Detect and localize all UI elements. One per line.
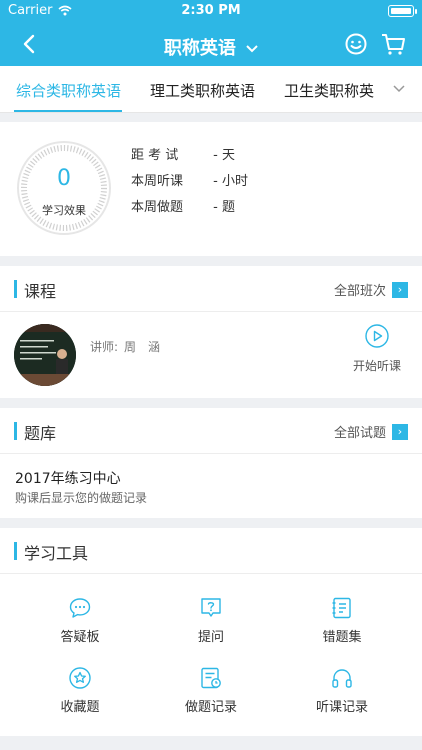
tool-label: 提问 bbox=[197, 630, 224, 645]
tab-science-engineering[interactable]: 理工类职称英语 bbox=[150, 80, 255, 101]
teacher-info: 讲师: 周 涵 bbox=[90, 338, 160, 355]
question-icon bbox=[201, 598, 221, 617]
nav-bar: 职称英语 bbox=[0, 22, 422, 66]
record-icon bbox=[201, 667, 221, 689]
course-section-header: 课程 全部班次 › bbox=[0, 266, 422, 312]
course-section: 课程 全部班次 › 讲师: 周 涵 开始听课 bbox=[0, 266, 422, 398]
stat-label: 本周做题 bbox=[131, 200, 184, 215]
app-header: Carrier 2:30 PM 职称英语 bbox=[0, 0, 422, 66]
all-questions-link[interactable]: 全部试题 › bbox=[334, 422, 408, 441]
study-effect-value: 0 bbox=[57, 166, 71, 191]
tab-health[interactable]: 卫生类职称英 bbox=[284, 80, 374, 101]
category-tabs: 综合类职称英语 理工类职称英语 卫生类职称英 bbox=[0, 66, 422, 113]
chevron-down-icon bbox=[246, 45, 258, 53]
section-title: 题库 bbox=[24, 424, 57, 443]
stat-value: - 题 bbox=[213, 200, 235, 215]
study-tools-section: 学习工具 答疑板 提问 错题集 收藏题 做题记录 听课记录 bbox=[0, 528, 422, 736]
blackboard-image bbox=[14, 324, 76, 386]
stat-row-exam: 距 考 试 - 天 bbox=[131, 144, 235, 163]
start-lesson-label: 开始听课 bbox=[352, 359, 401, 373]
teacher-name: 周 涵 bbox=[124, 340, 161, 354]
nav-title: 职称英语 bbox=[163, 38, 236, 59]
tool-label: 听课记录 bbox=[315, 700, 368, 715]
tools-section-header: 学习工具 bbox=[0, 528, 422, 574]
stat-row-practice: 本周做题 - 题 bbox=[131, 196, 235, 215]
play-icon bbox=[365, 324, 389, 348]
tool-label: 收藏题 bbox=[60, 700, 100, 715]
section-title: 学习工具 bbox=[24, 544, 89, 563]
study-effect-label: 学习效果 bbox=[42, 204, 86, 217]
cart-icon[interactable] bbox=[380, 32, 406, 56]
star-icon bbox=[69, 667, 91, 689]
status-bar: Carrier 2:30 PM bbox=[0, 0, 422, 22]
start-lesson-button[interactable]: 开始听课 bbox=[350, 324, 404, 374]
question-bank-section: 题库 全部试题 › 2017年练习中心 购课后显示您的做题记录 bbox=[0, 408, 422, 518]
section-title: 课程 bbox=[24, 282, 57, 301]
smile-icon[interactable] bbox=[344, 32, 368, 56]
all-classes-link[interactable]: 全部班次 › bbox=[334, 280, 408, 299]
tool-label: 答疑板 bbox=[60, 630, 100, 645]
tool-label: 做题记录 bbox=[184, 700, 237, 715]
stat-label: 本周听课 bbox=[131, 174, 184, 189]
chevron-right-icon: › bbox=[392, 281, 408, 298]
practice-center-title[interactable]: 2017年练习中心 bbox=[15, 468, 121, 488]
all-classes-label: 全部班次 bbox=[333, 284, 386, 299]
course-thumbnail[interactable] bbox=[14, 324, 76, 386]
tool-wrong-questions[interactable]: 错题集 bbox=[282, 596, 402, 645]
status-time: 2:30 PM bbox=[181, 3, 241, 18]
battery-icon bbox=[388, 5, 417, 17]
section-accent-bar bbox=[14, 542, 17, 560]
section-accent-bar bbox=[14, 280, 17, 298]
chevron-right-icon: › bbox=[392, 423, 408, 440]
chevron-down-icon[interactable] bbox=[392, 82, 406, 96]
headphones-icon bbox=[332, 669, 352, 688]
tab-comprehensive[interactable]: 综合类职称英语 bbox=[16, 80, 121, 101]
active-tab-indicator bbox=[14, 110, 122, 112]
tool-label: 错题集 bbox=[322, 630, 362, 645]
tool-ask-question[interactable]: 提问 bbox=[151, 596, 271, 645]
chat-bubble-icon bbox=[69, 598, 91, 618]
stat-label: 距 考 试 bbox=[131, 148, 179, 163]
practice-center-subtitle: 购课后显示您的做题记录 bbox=[15, 491, 148, 505]
study-stats-panel: 0 学习效果 距 考 试 - 天 本周听课 - 小时 本周做题 - 题 bbox=[0, 122, 422, 256]
tool-answer-board[interactable]: 答疑板 bbox=[20, 596, 140, 645]
section-accent-bar bbox=[14, 422, 17, 440]
notebook-icon bbox=[332, 597, 351, 619]
tool-listening-records[interactable]: 听课记录 bbox=[282, 666, 402, 715]
stat-value: - 天 bbox=[213, 148, 235, 163]
stat-row-listening: 本周听课 - 小时 bbox=[131, 170, 248, 189]
tool-practice-records[interactable]: 做题记录 bbox=[151, 666, 271, 715]
tool-favorites[interactable]: 收藏题 bbox=[20, 666, 140, 715]
stat-value: - 小时 bbox=[213, 174, 248, 189]
study-effect-gauge: 0 学习效果 bbox=[16, 140, 112, 236]
all-questions-label: 全部试题 bbox=[333, 426, 386, 441]
bank-section-header: 题库 全部试题 › bbox=[0, 408, 422, 454]
teacher-label: 讲师: bbox=[90, 340, 119, 354]
